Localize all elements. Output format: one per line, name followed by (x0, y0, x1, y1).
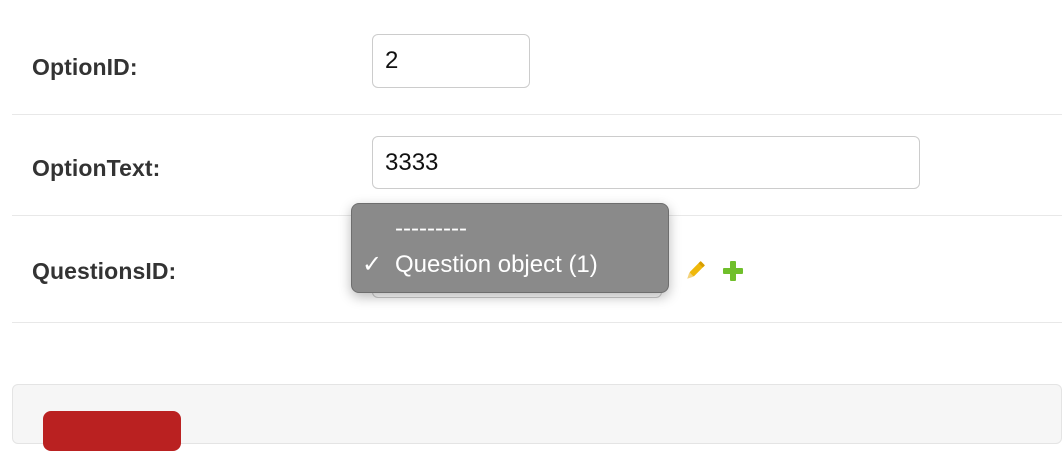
checkmark-icon: ✓ (362, 251, 383, 278)
option-text-input[interactable] (372, 136, 920, 189)
questions-id-label: QuestionsID: (32, 258, 177, 284)
dropdown-option-label: --------- (395, 215, 467, 242)
submit-row (12, 384, 1062, 451)
dropdown-option-question-object[interactable]: ✓ Question object (1) (352, 248, 668, 282)
option-text-label: OptionText: (32, 155, 161, 181)
form-row-option-id: OptionID: (12, 14, 1062, 115)
dropdown-option-empty[interactable]: --------- (352, 212, 668, 246)
delete-button[interactable] (43, 411, 181, 451)
option-id-input[interactable] (372, 34, 530, 88)
plus-icon[interactable] (722, 260, 744, 282)
option-id-label: OptionID: (32, 54, 138, 80)
related-widget-actions (682, 258, 744, 284)
questions-id-dropdown-menu: --------- ✓ Question object (1) (351, 203, 669, 293)
pencil-icon[interactable] (682, 258, 708, 284)
form-row-option-text: OptionText: (12, 115, 1062, 216)
dropdown-option-label: Question object (1) (395, 251, 598, 278)
